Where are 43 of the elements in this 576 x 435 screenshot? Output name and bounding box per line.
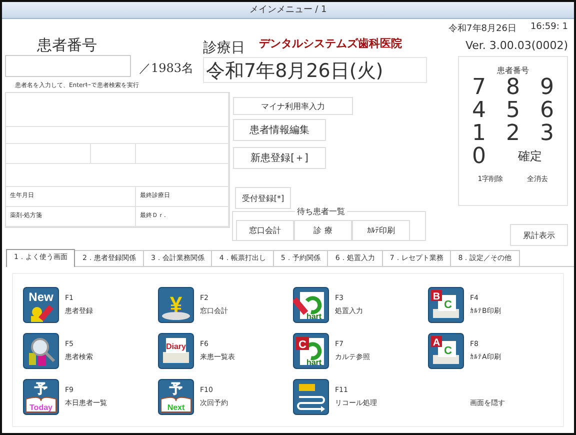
- digit-key[interactable]: 8: [500, 76, 526, 99]
- total-button[interactable]: 累計表示: [510, 224, 568, 246]
- waiting-button[interactable]: 診 療: [294, 220, 352, 241]
- digit-key[interactable]: 6: [534, 99, 560, 122]
- info-cell: [91, 144, 136, 164]
- patient-number-label: 患者番号: [37, 36, 97, 55]
- visit-date-field[interactable]: 令和7年8月26日(火): [203, 57, 427, 83]
- digit-key[interactable]: 5: [500, 99, 526, 122]
- chart-icon[interactable]: hart: [293, 287, 329, 323]
- confirm-key[interactable]: 確定: [500, 145, 560, 168]
- patient-number-field[interactable]: [5, 55, 131, 77]
- new-icon[interactable]: New: [23, 287, 59, 323]
- chart-icon[interactable]: C hart: [293, 333, 329, 369]
- print-icon[interactable]: A C: [428, 333, 464, 369]
- reception-button[interactable]: 受付登録[*]: [235, 187, 291, 209]
- visit-date-label: 診療日: [203, 39, 245, 57]
- current-date: 令和7年8月26日: [448, 22, 516, 35]
- waiting-button[interactable]: ｶﾙﾃ印刷: [352, 220, 410, 241]
- yen-icon[interactable]: ¥: [158, 287, 194, 323]
- edit-patient-button[interactable]: 患者情報編集: [233, 119, 326, 141]
- digit-key[interactable]: 4: [466, 99, 492, 122]
- new-patient-button[interactable]: 新患登録[＋]: [233, 147, 326, 169]
- recall-icon[interactable]: [293, 379, 329, 415]
- digit-key[interactable]: 1: [466, 122, 492, 145]
- waiting-title: 待ち患者一覧: [295, 206, 347, 217]
- search-icon[interactable]: [23, 333, 59, 369]
- digit-key[interactable]: 2: [500, 122, 526, 145]
- window-title: メインメニュー / 1: [2, 2, 574, 19]
- current-time: 16:59: 1: [530, 22, 568, 34]
- digit-key[interactable]: 3: [534, 122, 560, 145]
- diary-icon[interactable]: Diary: [158, 333, 194, 369]
- digit-key[interactable]: 9: [534, 76, 560, 99]
- digit-key[interactable]: 0: [466, 145, 492, 168]
- book-icon[interactable]: 予 Next: [158, 379, 194, 415]
- my-number-rate-button[interactable]: マイナ利用率入力: [233, 97, 353, 115]
- print-icon[interactable]: B C: [428, 287, 464, 323]
- version-text: Ver. 3.00.03(0002): [465, 39, 568, 52]
- digit-key[interactable]: 7: [466, 76, 492, 99]
- clinic-name: デンタルシステムズ歯科医院: [259, 36, 402, 52]
- keypad-title: 患者番号: [497, 65, 529, 76]
- patient-count: ／1983名: [139, 60, 194, 77]
- waiting-button[interactable]: 窓口会計: [236, 220, 294, 241]
- book-icon[interactable]: 予 Today: [23, 379, 59, 415]
